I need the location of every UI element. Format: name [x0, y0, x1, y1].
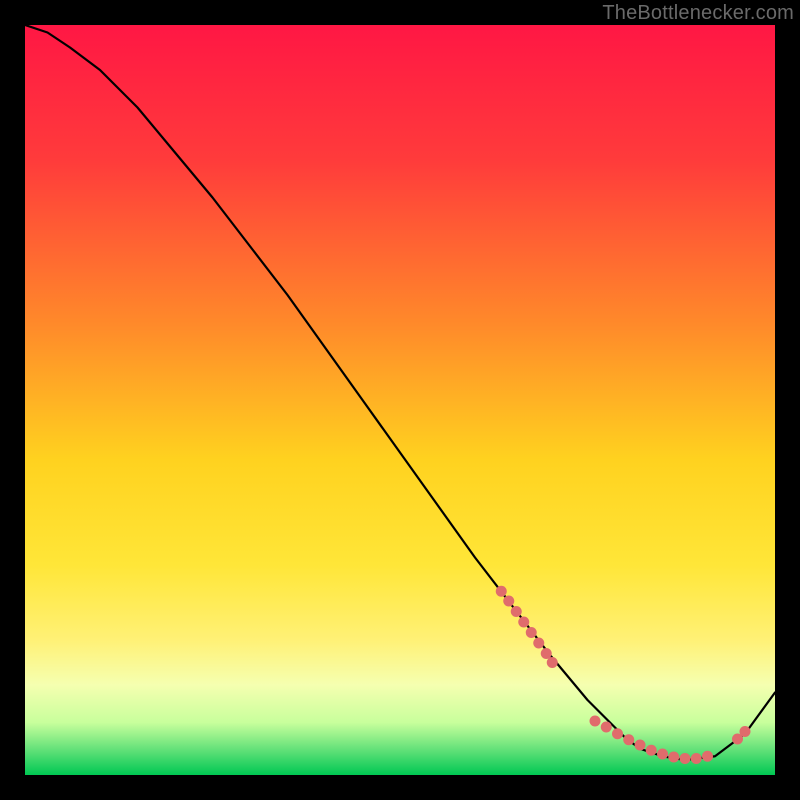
marker-dot	[680, 753, 691, 764]
marker-dot	[657, 749, 668, 760]
marker-dot	[691, 753, 702, 764]
marker-dot	[668, 752, 679, 763]
marker-dot	[511, 606, 522, 617]
marker-dot	[740, 726, 751, 737]
marker-dot	[635, 740, 646, 751]
marker-dot	[541, 648, 552, 659]
watermark-text: TheBottlenecker.com	[602, 2, 794, 25]
chart-svg	[25, 25, 775, 775]
marker-dot	[518, 617, 529, 628]
marker-dot	[623, 734, 634, 745]
marker-dot	[503, 596, 514, 607]
chart-background	[25, 25, 775, 775]
marker-dot	[612, 728, 623, 739]
marker-dot	[702, 751, 713, 762]
marker-dot	[496, 586, 507, 597]
marker-dot	[601, 722, 612, 733]
marker-dot	[533, 638, 544, 649]
chart-stage: TheBottlenecker.com	[0, 0, 800, 800]
marker-dot	[547, 657, 558, 668]
marker-dot	[590, 716, 601, 727]
marker-dot	[646, 745, 657, 756]
marker-dot	[526, 627, 537, 638]
